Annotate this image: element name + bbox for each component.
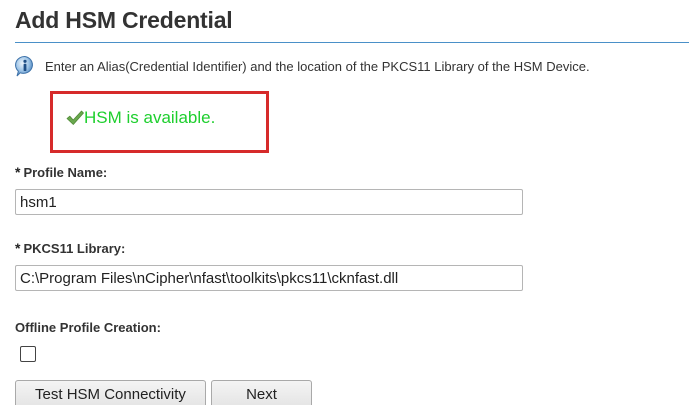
hsm-status-text: HSM is available.	[84, 108, 216, 127]
add-hsm-credential-page: Add HSM Credential Enter an Alias(Creden…	[0, 0, 689, 405]
offline-profile-checkbox[interactable]	[20, 346, 36, 362]
info-message: Enter an Alias(Credential Identifier) an…	[14, 55, 590, 77]
profile-name-label-text: Profile Name:	[23, 165, 108, 180]
info-icon	[14, 55, 36, 77]
pkcs11-library-label: * PKCS11 Library:	[15, 240, 125, 256]
hsm-status: HSM is available.	[65, 108, 215, 128]
pkcs11-library-label-text: PKCS11 Library:	[23, 241, 126, 256]
required-marker: *	[15, 164, 21, 180]
offline-profile-label-text: Offline Profile Creation:	[15, 320, 161, 335]
page-title: Add HSM Credential	[15, 7, 233, 33]
checkmark-icon	[65, 108, 85, 128]
profile-name-input[interactable]	[15, 189, 523, 215]
next-button[interactable]: Next	[211, 380, 312, 405]
profile-name-label: * Profile Name:	[15, 164, 107, 180]
title-divider	[15, 42, 689, 43]
pkcs11-library-input[interactable]	[15, 265, 523, 291]
info-text: Enter an Alias(Credential Identifier) an…	[45, 58, 590, 74]
offline-profile-label: Offline Profile Creation:	[15, 320, 161, 335]
test-hsm-connectivity-button[interactable]: Test HSM Connectivity	[15, 380, 206, 405]
required-marker: *	[15, 240, 21, 256]
hsm-status-highlight: HSM is available.	[50, 91, 269, 153]
